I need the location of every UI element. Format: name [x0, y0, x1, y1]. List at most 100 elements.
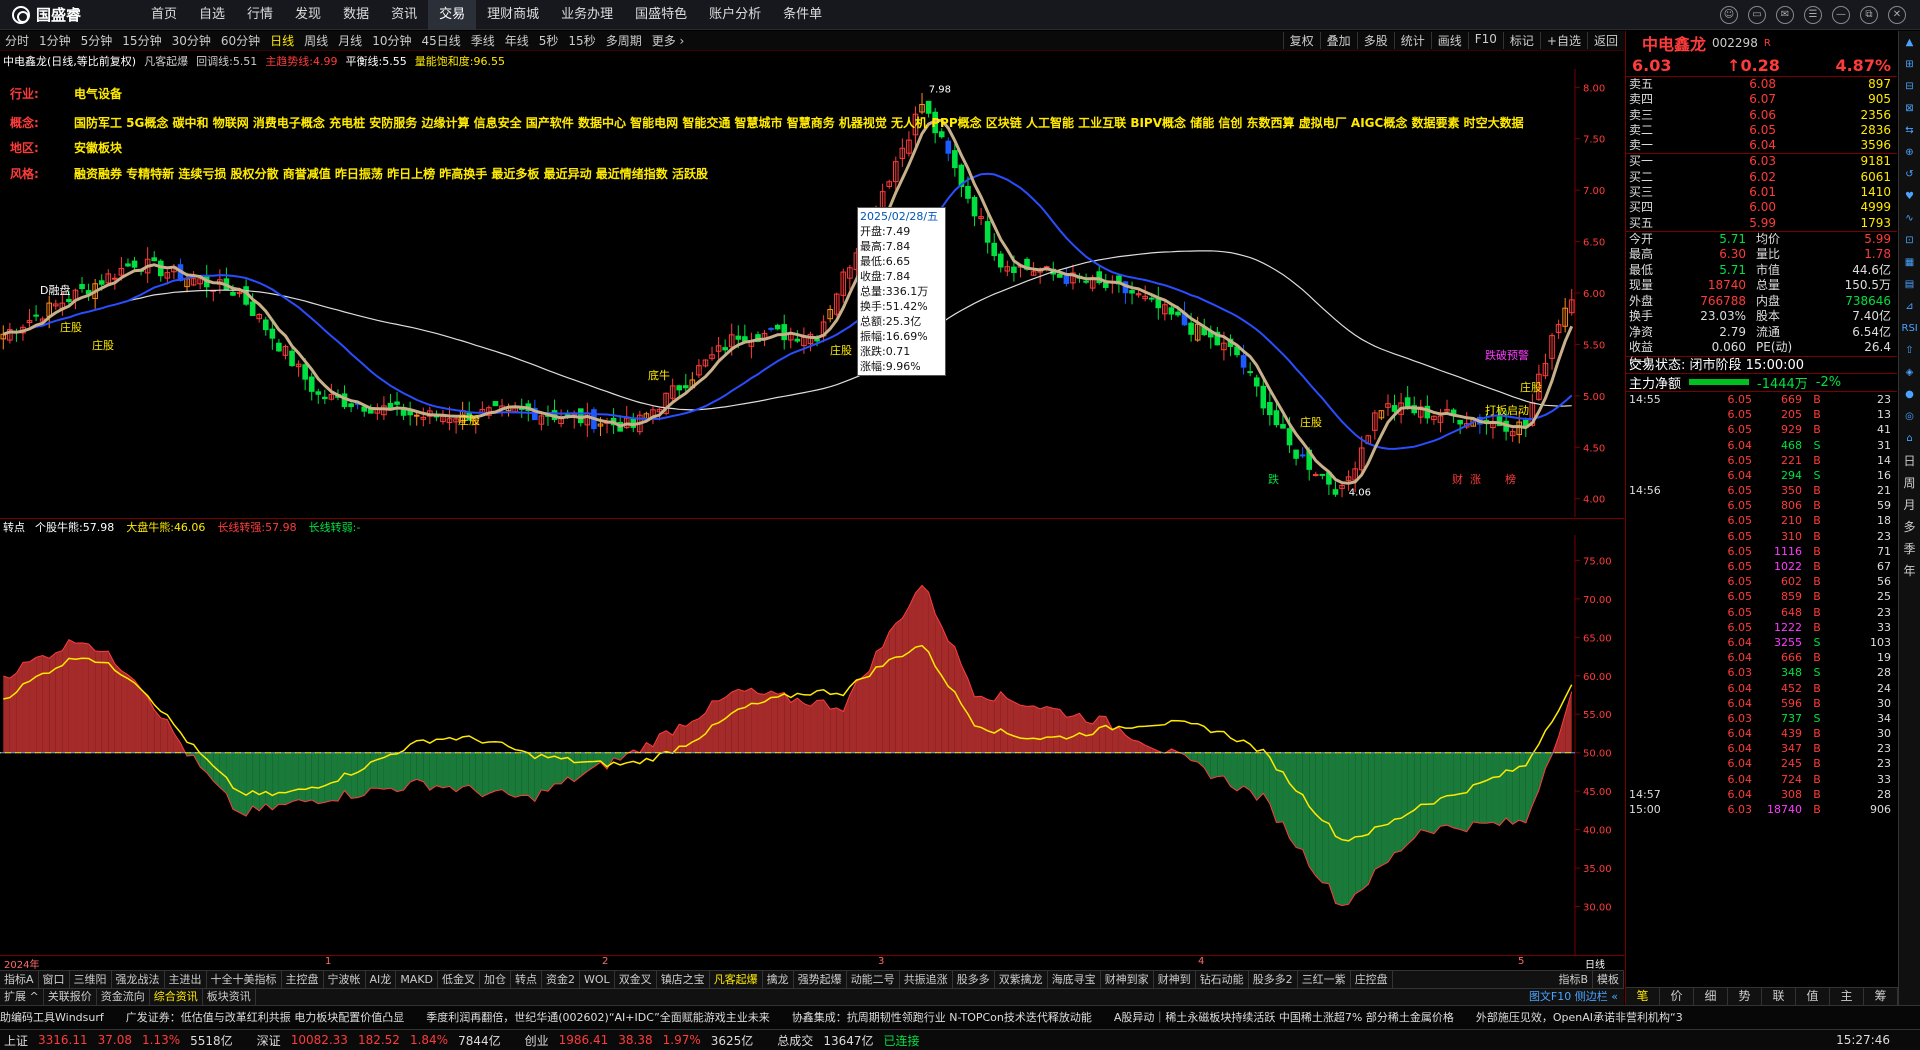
- window-control-icon-2[interactable]: ✉: [1776, 5, 1794, 24]
- bid-row[interactable]: 买二 6.02 6061: [1626, 170, 1897, 185]
- quote-tab-1[interactable]: 价: [1660, 988, 1694, 1005]
- window-control-icon-4[interactable]: —: [1832, 5, 1850, 24]
- sub-chart[interactable]: 75.00 70.00 65.00 60.00 55.00 50.00 45.00 40.00…: [0, 535, 1624, 955]
- tool-button-8[interactable]: 返回: [1586, 32, 1624, 49]
- nav-item-3[interactable]: 发现: [284, 0, 332, 30]
- news-item[interactable]: 助编码工具Windsurf: [0, 1011, 104, 1024]
- side-tool-icon-16[interactable]: ●: [1902, 387, 1918, 403]
- indicator-tab-6[interactable]: 主控盘: [282, 971, 324, 988]
- quote-tab-2[interactable]: 细: [1694, 988, 1728, 1005]
- side-period-2[interactable]: 月: [1902, 497, 1918, 513]
- indicator-tab-13[interactable]: 资金2: [542, 971, 581, 988]
- indicator-tab-16[interactable]: 镇店之宝: [657, 971, 710, 988]
- indicator-tab-right-1[interactable]: 模板: [1593, 971, 1624, 988]
- side-tool-icon-7[interactable]: ♥: [1902, 189, 1918, 205]
- side-tool-icon-18[interactable]: ⌂: [1902, 431, 1918, 447]
- side-tool-icon-1[interactable]: ⊞: [1902, 57, 1918, 73]
- side-tool-icon-9[interactable]: ⊡: [1902, 233, 1918, 249]
- period-14[interactable]: 15秒: [563, 32, 600, 49]
- bid-row[interactable]: 买五 5.99 1793: [1626, 216, 1897, 231]
- period-8[interactable]: 月线: [333, 32, 367, 49]
- nav-item-7[interactable]: 理财商城: [476, 0, 550, 30]
- indicator-tab-17[interactable]: 凡客起爆: [710, 971, 763, 988]
- nav-item-1[interactable]: 自选: [188, 0, 236, 30]
- side-period-3[interactable]: 多: [1902, 519, 1918, 535]
- indicator-tab-10[interactable]: 低金叉: [438, 971, 481, 988]
- period-9[interactable]: 10分钟: [367, 32, 416, 49]
- side-tool-icon-2[interactable]: ⊟: [1902, 79, 1918, 95]
- nav-item-5[interactable]: 资讯: [380, 0, 428, 30]
- ask-row[interactable]: 卖五 6.08 897: [1626, 77, 1897, 92]
- indicator-tab-2[interactable]: 三维阳: [70, 971, 112, 988]
- tool-button-1[interactable]: 叠加: [1319, 32, 1357, 49]
- nav-item-4[interactable]: 数据: [332, 0, 380, 30]
- period-0[interactable]: 分时: [0, 32, 34, 49]
- bid-row[interactable]: 买四 6.00 4999: [1626, 200, 1897, 215]
- window-control-icon-6[interactable]: ✕: [1888, 5, 1906, 24]
- ask-row[interactable]: 卖三 6.06 2356: [1626, 108, 1897, 123]
- bull-bear-chart-svg[interactable]: 75.00 70.00 65.00 60.00 55.00 50.00 45.00 40.00…: [0, 535, 1624, 955]
- window-control-icon-3[interactable]: ☰: [1804, 5, 1822, 24]
- bid-row[interactable]: 买三 6.01 1410: [1626, 185, 1897, 200]
- side-tool-icon-8[interactable]: ∿: [1902, 211, 1918, 227]
- side-tool-icon-0[interactable]: ▲: [1902, 35, 1918, 51]
- indicator-tab-28[interactable]: 股多多2: [1249, 971, 1298, 988]
- window-control-icon-0[interactable]: ☺: [1720, 5, 1738, 24]
- tool-button-4[interactable]: 画线: [1430, 32, 1468, 49]
- indicator-tab-1[interactable]: 窗口: [39, 971, 70, 988]
- ask-row[interactable]: 卖二 6.05 2836: [1626, 123, 1897, 138]
- extension-tab-0[interactable]: 扩展 ^: [0, 989, 44, 1005]
- side-tool-icon-12[interactable]: ⊿: [1902, 299, 1918, 315]
- side-tool-icon-11[interactable]: ▤: [1902, 277, 1918, 293]
- news-item[interactable]: A股异动｜稀土永磁板块持续活跃 中国稀土涨超7% 部分稀土金属价格: [1114, 1011, 1454, 1024]
- quote-tab-3[interactable]: 势: [1728, 988, 1762, 1005]
- news-item[interactable]: 协鑫集成：抗周期韧性领跑行业 N-TOPCon技术迭代释放动能: [792, 1011, 1092, 1024]
- indicator-tab-15[interactable]: 双金叉: [615, 971, 657, 988]
- indicator-tab-5[interactable]: 十全十美指标: [207, 971, 282, 988]
- extension-tab-2[interactable]: 资金流向: [97, 989, 150, 1005]
- side-tool-icon-17[interactable]: ◎: [1902, 409, 1918, 425]
- tool-button-6[interactable]: 标记: [1502, 32, 1540, 49]
- news-item[interactable]: 广发证券：低估值与改革红利共振 电力板块配置价值凸显: [126, 1011, 405, 1024]
- news-item[interactable]: 季度利润再翻倍，世纪华通(002602)“AI+IDC”全面赋能游戏主业未来: [426, 1011, 770, 1024]
- news-ticker[interactable]: 助编码工具Windsurf 广发证券：低估值与改革红利共振 电力板块配置价值凸显 季…: [0, 1005, 1920, 1029]
- quote-tab-4[interactable]: 联: [1762, 988, 1796, 1005]
- indicator-tab-29[interactable]: 三红一紫: [1298, 971, 1351, 988]
- indicator-tab-4[interactable]: 主进出: [165, 971, 207, 988]
- kline-chart-svg[interactable]: 8.00 7.50 7.00 6.50 6.00 5.50 5.00 4.50 4.00 7.98…: [0, 69, 1624, 517]
- period-5[interactable]: 60分钟: [216, 32, 265, 49]
- indicator-tab-19[interactable]: 强势起爆: [794, 971, 847, 988]
- period-2[interactable]: 5分钟: [76, 32, 118, 49]
- indicator-tab-27[interactable]: 钻石动能: [1196, 971, 1249, 988]
- extension-tab-4[interactable]: 板块资讯: [203, 989, 256, 1005]
- indicator-tab-8[interactable]: AI龙: [366, 971, 397, 988]
- f10-sidebar-toggle[interactable]: 图文F10 侧边栏 «: [1529, 989, 1624, 1005]
- side-period-4[interactable]: 季: [1902, 541, 1918, 557]
- indicator-tab-22[interactable]: 股多多: [953, 971, 995, 988]
- nav-item-11[interactable]: 条件单: [772, 0, 833, 30]
- ask-row[interactable]: 卖一 6.04 3596: [1626, 138, 1897, 153]
- side-period-5[interactable]: 年: [1902, 563, 1918, 579]
- tick-list[interactable]: 14:55 6.05 669 B 23 6.05 205 B 13 6.05 929 B 41 6.04 4…: [1626, 392, 1897, 817]
- indicator-tab-24[interactable]: 海底寻宝: [1048, 971, 1101, 988]
- window-control-icon-1[interactable]: ▭: [1748, 5, 1766, 24]
- tool-button-3[interactable]: 统计: [1393, 32, 1431, 49]
- index-name[interactable]: 深证: [257, 1032, 281, 1049]
- period-13[interactable]: 5秒: [534, 32, 564, 49]
- window-control-icon-5[interactable]: ⧉: [1860, 5, 1878, 24]
- side-tool-icon-5[interactable]: ⊕: [1902, 145, 1918, 161]
- period-12[interactable]: 年线: [500, 32, 534, 49]
- tool-button-0[interactable]: 复权: [1282, 32, 1320, 49]
- period-16[interactable]: 更多 ›: [647, 32, 690, 49]
- period-10[interactable]: 45日线: [416, 32, 465, 49]
- side-tool-icon-6[interactable]: ↺: [1902, 167, 1918, 183]
- indicator-tab-25[interactable]: 财神到家: [1101, 971, 1154, 988]
- period-15[interactable]: 多周期: [601, 32, 647, 49]
- indicator-tab-21[interactable]: 共振追涨: [900, 971, 953, 988]
- tool-button-7[interactable]: +自选: [1539, 32, 1587, 49]
- side-tool-icon-3[interactable]: ⊠: [1902, 101, 1918, 117]
- indicator-tab-3[interactable]: 强龙战法: [112, 971, 165, 988]
- indicator-tab-18[interactable]: 擒龙: [763, 971, 794, 988]
- nav-item-10[interactable]: 账户分析: [698, 0, 772, 30]
- index-name[interactable]: 创业: [525, 1032, 549, 1049]
